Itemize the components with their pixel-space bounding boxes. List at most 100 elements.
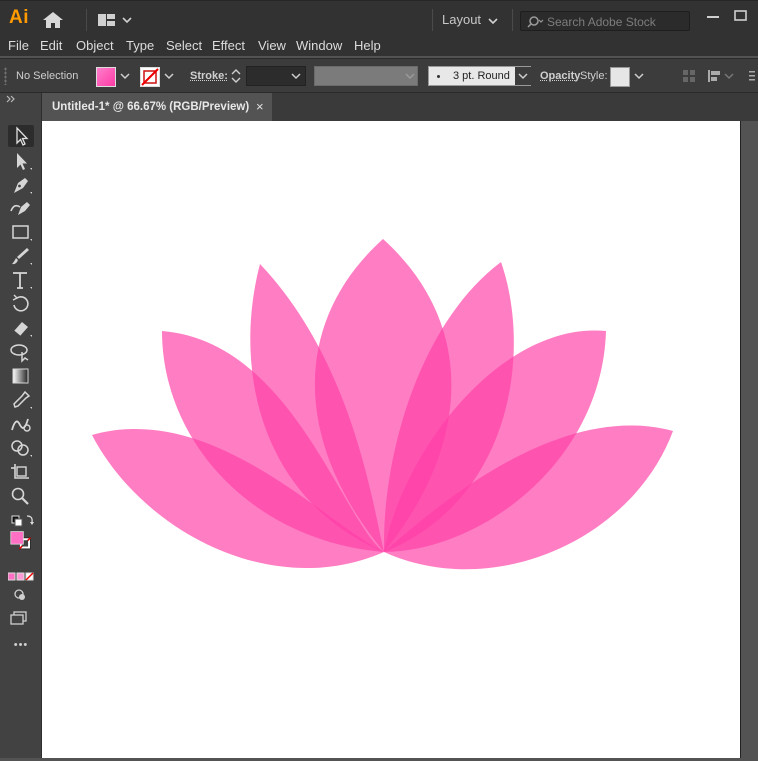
- chevron-down-icon[interactable]: [632, 67, 646, 85]
- brush-dropdown-arrow[interactable]: [515, 67, 531, 85]
- gradient-icon: [12, 368, 29, 384]
- graphic-style-swatch[interactable]: [610, 67, 630, 87]
- draw-mode-icon: [14, 589, 25, 600]
- eyedropper-tool[interactable]: [8, 389, 34, 411]
- chevron-down-icon: [488, 18, 498, 25]
- variable-width-profile[interactable]: [314, 66, 418, 86]
- workspace-dropdown[interactable]: Layout: [442, 12, 498, 30]
- fill-stroke-swatches-icon: [10, 531, 31, 550]
- lotus-artwork[interactable]: [42, 121, 740, 758]
- puppet-warp-icon: [10, 344, 29, 363]
- tools-panel: •••: [0, 93, 42, 758]
- canvas-area[interactable]: [42, 121, 758, 758]
- rectangle-icon: [12, 225, 32, 241]
- zoom-icon: [11, 487, 29, 505]
- style-label: Style:: [580, 70, 608, 82]
- menu-file[interactable]: File: [8, 38, 29, 53]
- default-fill-stroke-icon: [11, 515, 34, 527]
- rotate-tool[interactable]: [8, 293, 34, 315]
- no-stroke-icon: [141, 68, 159, 86]
- search-input[interactable]: [547, 14, 687, 29]
- minimize-icon[interactable]: [704, 10, 722, 24]
- title-separator: [512, 9, 513, 31]
- paintbrush-icon: [12, 248, 32, 265]
- rotate-icon: [12, 294, 29, 312]
- title-bar: Ai Layout: [0, 0, 758, 38]
- brush-definition-dropdown[interactable]: 3 pt. Round: [428, 66, 531, 86]
- artboard-icon: [11, 464, 29, 479]
- app-logo: Ai: [9, 7, 29, 28]
- zoom-tool[interactable]: [8, 485, 34, 507]
- align-objects-icon[interactable]: [706, 69, 722, 83]
- eraser-icon: [13, 322, 32, 337]
- edit-toolbar-button[interactable]: •••: [8, 639, 34, 653]
- chevron-down-icon: [405, 73, 415, 80]
- lasso-tool[interactable]: [8, 341, 34, 363]
- chevron-down-icon[interactable]: [162, 67, 176, 85]
- document-tab-bar: Untitled-1* @ 66.67% (RGB/Preview) ×: [42, 93, 758, 121]
- stroke-color-swatch[interactable]: [140, 67, 160, 87]
- chevron-down-icon[interactable]: [118, 67, 132, 85]
- type-icon: [13, 272, 32, 289]
- menu-edit[interactable]: Edit: [40, 38, 62, 53]
- direct-selection-tool[interactable]: [8, 150, 34, 172]
- pen-tool[interactable]: [8, 174, 34, 196]
- menu-help[interactable]: Help: [354, 38, 381, 53]
- menu-bar: File Edit Object Type Select Effect View…: [0, 38, 758, 56]
- shape-builder-tool[interactable]: [8, 437, 34, 459]
- color-modes[interactable]: [8, 566, 34, 581]
- workspace-label: Layout: [442, 12, 482, 27]
- gradient-tool[interactable]: [8, 365, 34, 387]
- eraser-tool[interactable]: [8, 317, 34, 339]
- draw-mode[interactable]: [8, 584, 34, 600]
- type-tool[interactable]: [8, 269, 34, 291]
- default-colors[interactable]: [8, 510, 34, 528]
- maximize-icon[interactable]: [732, 8, 750, 24]
- chevron-down-icon: [518, 73, 528, 80]
- artboard[interactable]: [42, 121, 741, 758]
- brush-dot-icon: [437, 75, 440, 78]
- curvature-tool[interactable]: [8, 197, 34, 219]
- menu-type[interactable]: Type: [126, 38, 154, 53]
- paintbrush-tool[interactable]: [8, 245, 34, 267]
- brush-label: 3 pt. Round: [453, 70, 510, 82]
- arrange-documents-icon[interactable]: [96, 11, 136, 29]
- selection-status: No Selection: [16, 70, 79, 82]
- curvature-icon: [10, 202, 30, 215]
- eyedropper-icon: [13, 390, 32, 409]
- stroke-stepper-icon[interactable]: [230, 66, 242, 86]
- menu-window[interactable]: Window: [296, 38, 342, 53]
- opacity-label[interactable]: Opacity: [540, 70, 580, 82]
- chevron-down-icon: [291, 73, 301, 80]
- document-tab-title: Untitled-1* @ 66.67% (RGB/Preview): [52, 101, 250, 113]
- fill-stroke[interactable]: [8, 530, 34, 558]
- home-icon[interactable]: [42, 10, 64, 30]
- menu-view[interactable]: View: [258, 38, 286, 53]
- shape-builder-icon: [11, 440, 32, 457]
- screen-mode-icon: [10, 611, 27, 625]
- stroke-weight-field[interactable]: [246, 66, 306, 86]
- selection-arrow-icon: [16, 126, 29, 146]
- align-grid-icon[interactable]: [682, 69, 696, 83]
- menu-select[interactable]: Select: [166, 38, 202, 53]
- chevron-down-icon[interactable]: [724, 71, 734, 81]
- blend-icon: [11, 418, 31, 432]
- fill-color-swatch[interactable]: [96, 67, 116, 87]
- screen-mode[interactable]: [8, 607, 34, 625]
- title-separator: [86, 9, 87, 31]
- collapse-panel-icon[interactable]: [6, 95, 16, 103]
- title-separator: [432, 9, 433, 31]
- rectangle-tool[interactable]: [8, 221, 34, 243]
- stock-search-box[interactable]: [520, 11, 690, 31]
- close-icon[interactable]: ×: [256, 99, 264, 114]
- control-bar: No Selection Stroke: 3 pt. Round Opacity…: [0, 58, 758, 93]
- menu-effect[interactable]: Effect: [212, 38, 245, 53]
- panel-grip[interactable]: [4, 67, 7, 85]
- artboard-tool[interactable]: [8, 461, 34, 483]
- panel-menu-icon[interactable]: [748, 69, 756, 83]
- selection-tool[interactable]: [8, 125, 34, 147]
- stroke-label[interactable]: Stroke:: [190, 70, 228, 82]
- menu-object[interactable]: Object: [76, 38, 114, 53]
- document-tab[interactable]: Untitled-1* @ 66.67% (RGB/Preview) ×: [42, 93, 272, 121]
- blend-tool[interactable]: [8, 413, 34, 435]
